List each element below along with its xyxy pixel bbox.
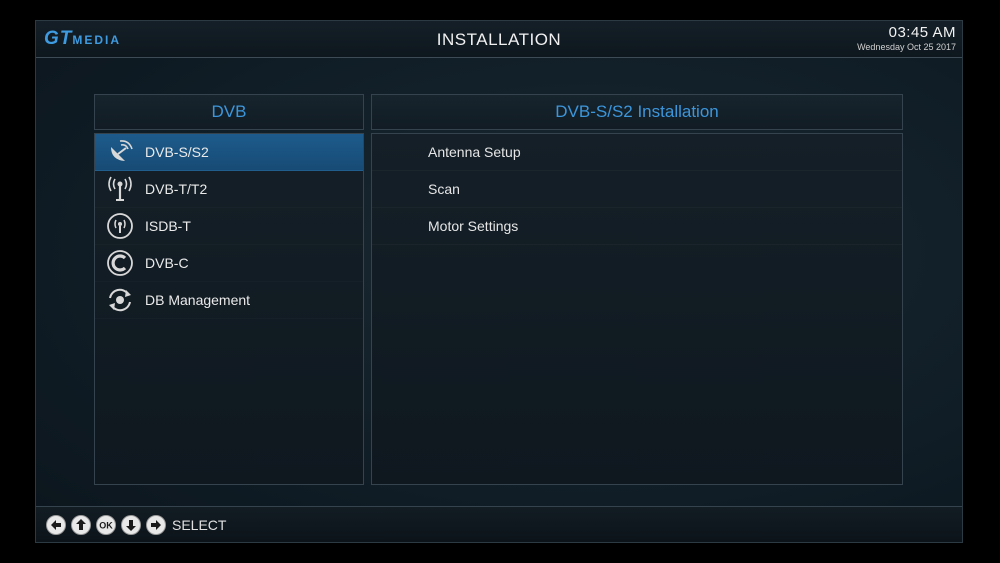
select-hint-label: SELECT	[172, 517, 227, 533]
installation-options: Antenna Setup Scan Motor Settings	[371, 133, 903, 485]
ok-icon[interactable]: OK	[95, 514, 117, 536]
menu-item-label: DVB-C	[145, 255, 189, 271]
clock-time: 03:45 AM	[888, 24, 956, 41]
up-arrow-icon[interactable]	[70, 514, 92, 536]
dvb-menu: DVB-S/S2 DVB-T/T2 ISDB-T DVB-C DB Manage…	[94, 133, 364, 485]
left-arrow-icon[interactable]	[45, 514, 67, 536]
installation-screen: GTMEDIA INSTALLATION 03:45 AM Wednesday …	[35, 20, 963, 543]
down-arrow-icon[interactable]	[120, 514, 142, 536]
database-management-icon	[105, 285, 135, 315]
option-scan[interactable]: Scan	[372, 171, 902, 208]
menu-item-label: ISDB-T	[145, 218, 191, 234]
footer-bar: OK SELECT	[36, 506, 962, 542]
dvb-panel-title: DVB	[94, 94, 364, 130]
menu-item-label: DVB-T/T2	[145, 181, 208, 197]
satellite-dish-icon	[105, 137, 135, 167]
antenna-tower-icon	[105, 174, 135, 204]
right-arrow-icon[interactable]	[145, 514, 167, 536]
menu-item-isdb-t[interactable]: ISDB-T	[95, 208, 363, 245]
header-bar: GTMEDIA INSTALLATION 03:45 AM Wednesday …	[36, 21, 962, 58]
page-title: INSTALLATION	[436, 30, 562, 49]
option-motor-settings[interactable]: Motor Settings	[372, 208, 902, 245]
remote-key-hints: OK SELECT	[45, 514, 226, 536]
installation-panel-title: DVB-S/S2 Installation	[371, 94, 903, 130]
svg-text:OK: OK	[99, 521, 113, 531]
menu-item-label: DB Management	[145, 292, 251, 308]
broadcast-icon	[105, 211, 135, 241]
menu-item-dvb-c[interactable]: DVB-C	[95, 245, 363, 282]
menu-item-label: DVB-S/S2	[145, 144, 209, 160]
cable-c-icon	[105, 248, 135, 278]
menu-item-dvb-s-s2[interactable]: DVB-S/S2	[95, 134, 363, 171]
menu-item-db-management[interactable]: DB Management	[95, 282, 363, 319]
clock-date: Wednesday Oct 25 2017	[857, 42, 956, 52]
clock: 03:45 AM Wednesday Oct 25 2017	[857, 24, 956, 52]
option-antenna-setup[interactable]: Antenna Setup	[372, 134, 902, 171]
menu-item-dvb-t-t2[interactable]: DVB-T/T2	[95, 171, 363, 208]
